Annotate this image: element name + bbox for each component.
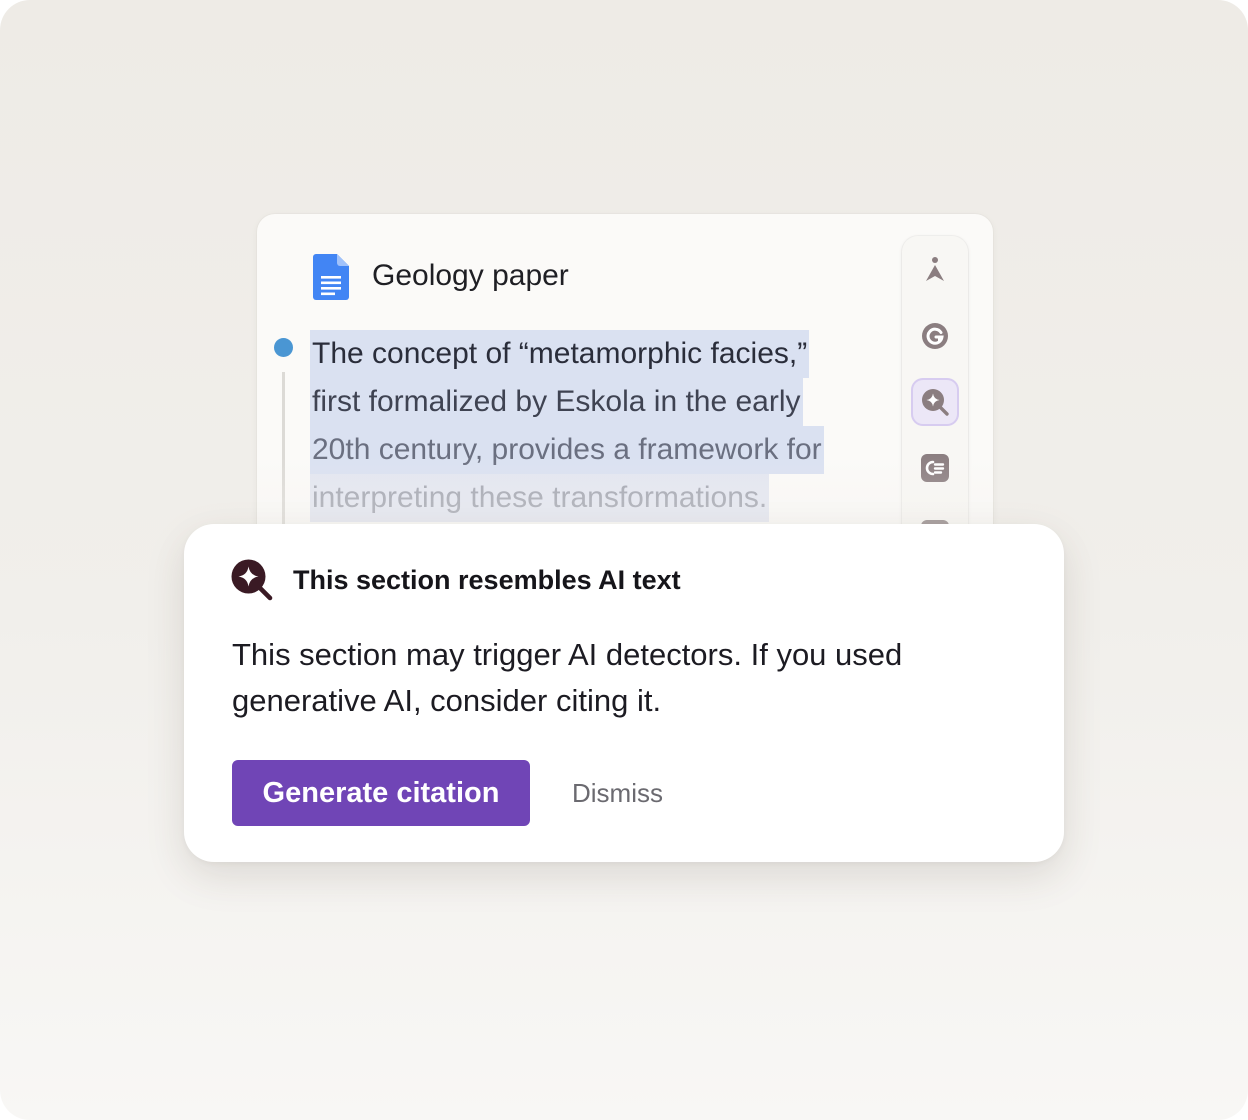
citation-list-icon bbox=[921, 454, 949, 482]
popup-message: This section may trigger AI detectors. I… bbox=[232, 637, 903, 718]
suggestion-marker-line bbox=[282, 372, 285, 542]
ai-detector-search-icon bbox=[922, 389, 949, 416]
passage-line: first formalized by Eskola in the early bbox=[310, 378, 803, 426]
toolbar-button-compass[interactable] bbox=[911, 246, 959, 294]
popup-title: This section resembles AI text bbox=[293, 565, 681, 595]
generate-citation-button[interactable]: Generate citation bbox=[232, 760, 530, 826]
passage-line: The concept of “metamorphic facies,” bbox=[310, 330, 810, 378]
toolbar-button-ai-detector[interactable] bbox=[911, 378, 959, 426]
grammarly-g-icon bbox=[922, 323, 948, 349]
suggestion-marker-dot[interactable] bbox=[274, 338, 293, 357]
passage-line: interpreting these transformations. bbox=[310, 474, 770, 522]
compass-pen-icon bbox=[926, 257, 944, 281]
canvas-background: Geology paper The concept of “metamorphi… bbox=[0, 0, 1248, 1120]
ai-detection-popup: This section resembles AI text This sect… bbox=[184, 524, 1064, 862]
document-card: Geology paper The concept of “metamorphi… bbox=[257, 214, 993, 574]
highlighted-passage[interactable]: The concept of “metamorphic facies,” fir… bbox=[310, 330, 870, 522]
dismiss-button[interactable]: Dismiss bbox=[554, 760, 684, 826]
passage-line: 20th century, provides a framework for bbox=[310, 426, 824, 474]
document-title[interactable]: Geology paper bbox=[372, 259, 569, 293]
ai-detector-search-icon bbox=[231, 559, 273, 601]
toolbar-button-grammarly[interactable] bbox=[911, 312, 959, 360]
google-docs-icon bbox=[313, 254, 349, 300]
toolbar-button-citations[interactable] bbox=[911, 444, 959, 492]
